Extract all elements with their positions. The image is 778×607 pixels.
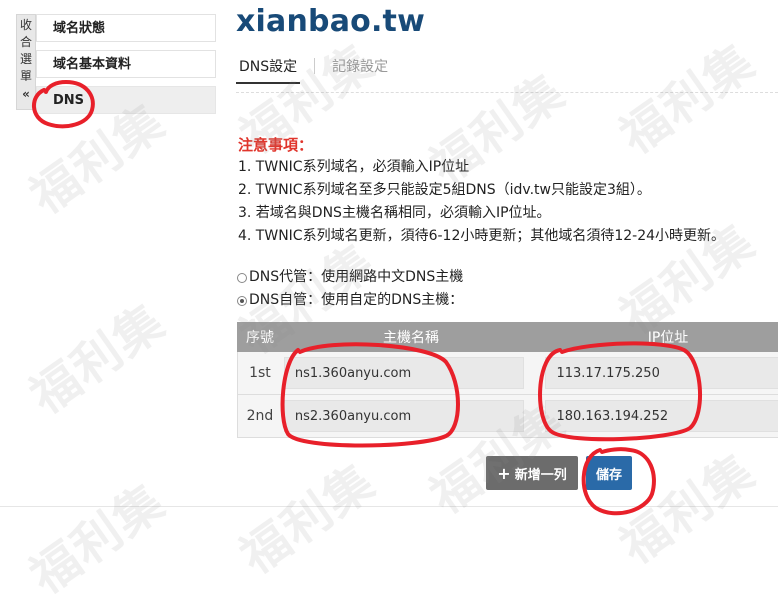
tab-divider <box>314 58 316 74</box>
column-header-number: 序號 <box>246 330 274 346</box>
dns-custom-label: DNS自管：使用自定的DNS主機： <box>249 292 464 308</box>
table-header: 序號 主機名稱 IP位址 <box>237 322 778 352</box>
collapse-menu-char: 單 <box>19 69 32 83</box>
tab-dns-settings[interactable]: DNS設定 <box>236 52 301 84</box>
sidebar-item-label: 域名狀態 <box>53 21 106 36</box>
ip-input-2[interactable]: 180.163.194.252 <box>545 400 778 432</box>
dns-custom-option[interactable]: DNS自管：使用自定的DNS主機： <box>237 289 463 312</box>
tab-bar: DNS設定 記錄設定 <box>236 52 391 84</box>
dns-table: 序號 主機名稱 IP位址 1st ns1.360anyu.com 113.17.… <box>237 322 778 438</box>
collapse-menu-toggle[interactable]: 收 合 選 單 « <box>16 14 36 110</box>
row-number: 2nd <box>246 408 274 424</box>
dns-hosted-label: DNS代管：使用網路中文DNS主機 <box>249 269 464 285</box>
dns-custom-radio[interactable] <box>237 295 247 306</box>
hostname-input-2[interactable]: ns2.360anyu.com <box>283 400 524 432</box>
watermark-text: 福利集 <box>20 293 176 426</box>
ip-input-1[interactable]: 113.17.175.250 <box>545 357 778 389</box>
page-title: xianbao.tw <box>236 4 426 39</box>
sidebar-item-domain-info[interactable]: 域名基本資料 <box>36 50 216 78</box>
save-button[interactable]: 儲存 <box>586 456 632 490</box>
add-row-label: 新增一列 <box>514 467 567 483</box>
sidebar-item-domain-status[interactable]: 域名狀態 <box>36 14 216 42</box>
watermark-text: 福利集 <box>230 453 386 586</box>
tab-record-settings[interactable]: 記錄設定 <box>329 52 391 82</box>
plus-icon: + <box>497 463 511 483</box>
hostname-input-1[interactable]: ns1.360anyu.com <box>283 357 524 389</box>
footer-divider <box>0 506 778 507</box>
row-number: 1st <box>249 365 271 381</box>
note-line: 3. 若域名與DNS主機名稱相同，必須輸入IP位址。 <box>238 205 551 221</box>
collapse-menu-char: 收 <box>19 18 32 32</box>
chevron-left-icon: « <box>22 87 30 101</box>
note-line: 4. TWNIC系列域名更新，須待6-12小時更新；其他域名須待12-24小時更… <box>238 228 726 244</box>
section-divider <box>236 92 778 93</box>
notes-title: 注意事項： <box>238 136 314 154</box>
table-row: 2nd ns2.360anyu.com 180.163.194.252 <box>237 395 778 438</box>
sidebar-item-label: 域名基本資料 <box>53 57 132 72</box>
column-header-ip: IP位址 <box>647 330 689 346</box>
sidebar-item-label: DNS <box>53 93 85 108</box>
table-row: 1st ns1.360anyu.com 113.17.175.250 <box>237 352 778 395</box>
note-line: 1. TWNIC系列域名，必須輸入IP位址 <box>238 159 470 175</box>
note-line: 2. TWNIC系列域名至多只能設定5組DNS（idv.tw只能設定3組）。 <box>238 182 651 198</box>
sidebar-item-dns[interactable]: DNS <box>36 86 216 114</box>
notes-section: 注意事項： 1. TWNIC系列域名，必須輸入IP位址 2. TWNIC系列域名… <box>238 134 725 248</box>
collapse-menu-char: 選 <box>19 52 32 66</box>
dns-mode-options: DNS代管：使用網路中文DNS主機 DNS自管：使用自定的DNS主機： <box>237 266 463 312</box>
collapse-menu-char: 合 <box>19 35 32 49</box>
add-row-button[interactable]: + 新增一列 <box>486 456 578 490</box>
watermark-text: 福利集 <box>610 443 766 576</box>
sidebar: 域名狀態 域名基本資料 DNS <box>36 14 216 114</box>
column-header-hostname: 主機名稱 <box>383 330 439 346</box>
dns-hosted-radio[interactable] <box>237 272 247 283</box>
dns-hosted-option[interactable]: DNS代管：使用網路中文DNS主機 <box>237 266 463 289</box>
watermark-text: 福利集 <box>20 473 176 606</box>
